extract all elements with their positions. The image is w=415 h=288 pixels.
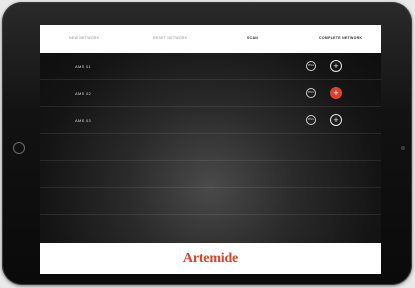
empty-row (40, 161, 381, 188)
empty-row (40, 215, 381, 242)
empty-row (40, 188, 381, 215)
artemide-logo: Artemide (182, 251, 239, 266)
device-row-ams-01: AMS 01 PING + (40, 53, 381, 80)
footer-bar: Artemide (40, 243, 381, 274)
ping-button[interactable]: PING (306, 88, 316, 98)
add-device-button[interactable]: + (330, 60, 342, 72)
tab-complete-network[interactable]: COMPLETE NETWORK (319, 35, 362, 41)
app-screen: NEW NETWORK RESET NETWORK SCAN COMPLETE … (40, 25, 381, 274)
ping-button[interactable]: PING (306, 61, 316, 71)
camera-dot (401, 146, 405, 150)
device-row-ams-03: AMS 03 PING + (40, 107, 381, 134)
ping-button[interactable]: PING (306, 115, 316, 125)
device-label: AMS 03 (75, 118, 92, 123)
empty-row (40, 134, 381, 161)
tab-reset-network[interactable]: RESET NETWORK (153, 35, 187, 41)
top-nav-bar: NEW NETWORK RESET NETWORK SCAN COMPLETE … (40, 25, 381, 53)
add-device-button[interactable]: + (330, 87, 342, 99)
tablet-frame: NEW NETWORK RESET NETWORK SCAN COMPLETE … (2, 2, 412, 285)
home-button[interactable] (13, 142, 25, 154)
device-label: AMS 01 (75, 64, 92, 69)
device-row-ams-02: AMS 02 PING + (40, 80, 381, 107)
add-device-button[interactable]: + (330, 114, 342, 126)
tab-new-network[interactable]: NEW NETWORK (69, 35, 99, 41)
tab-scan[interactable]: SCAN (247, 35, 258, 41)
device-label: AMS 02 (75, 91, 92, 96)
